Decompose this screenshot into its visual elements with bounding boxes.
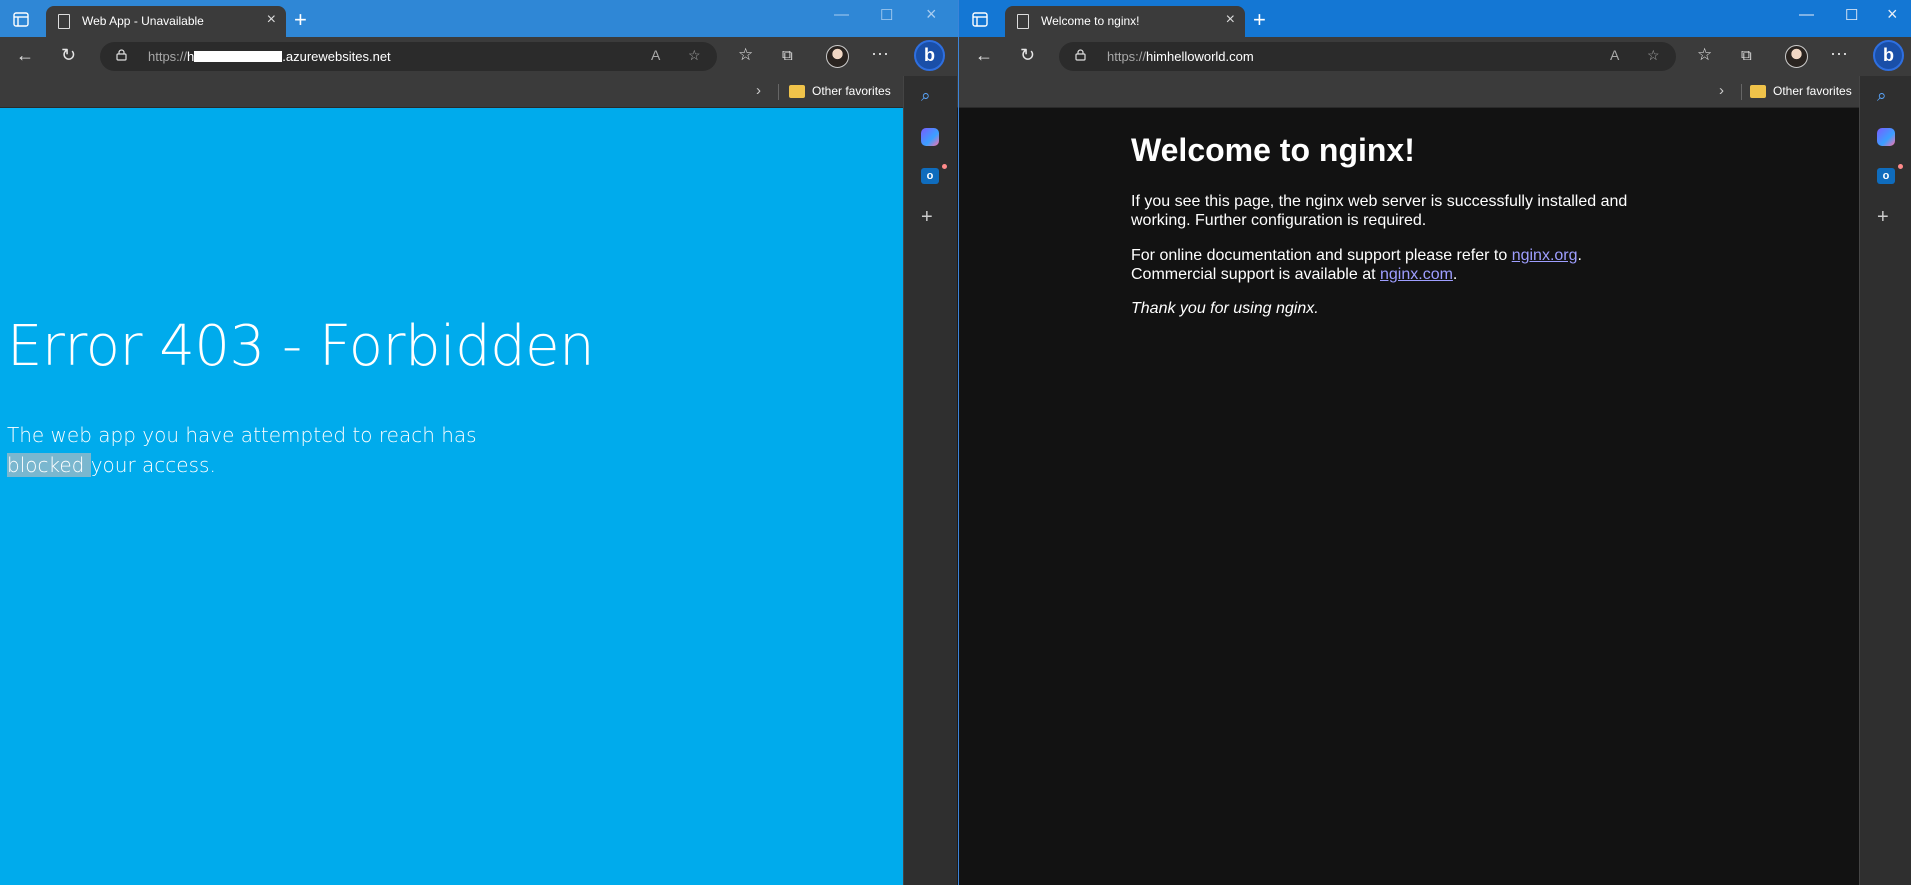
other-favorites-link[interactable]: Other favorites bbox=[812, 84, 891, 98]
collections-icon[interactable]: ⧉ bbox=[782, 47, 793, 64]
search-icon[interactable]: ⌕ bbox=[1877, 86, 1887, 106]
minimize-button[interactable]: — bbox=[1799, 6, 1814, 23]
copilot-icon[interactable] bbox=[1877, 128, 1895, 146]
tab-title: Web App - Unavailable bbox=[82, 14, 204, 28]
favorites-icon[interactable]: ☆ bbox=[738, 45, 753, 65]
close-window-button[interactable]: × bbox=[926, 4, 937, 25]
read-aloud-icon[interactable]: A bbox=[651, 47, 660, 63]
other-favorites-link[interactable]: Other favorites bbox=[1773, 84, 1852, 98]
tab-actions-icon[interactable] bbox=[12, 11, 32, 29]
thanks-paragraph: Thank you for using nginx. bbox=[1131, 300, 1319, 317]
address-bar[interactable]: https://h .azurewebsites.net A ☆ bbox=[100, 42, 717, 71]
bing-copilot-icon[interactable]: b bbox=[914, 40, 945, 71]
profile-avatar[interactable] bbox=[1785, 45, 1808, 68]
read-aloud-icon[interactable]: A bbox=[1610, 47, 1619, 63]
toolbar: ← ↻ https://h .azurewebsites.net A ☆ ☆ ⧉ … bbox=[0, 37, 958, 76]
new-tab-button[interactable]: + bbox=[294, 7, 307, 33]
title-bar: Web App - Unavailable × + — ☐ × bbox=[0, 0, 958, 37]
nginx-com-link[interactable]: nginx.com bbox=[1380, 266, 1453, 283]
page-content: Error 403 - Forbidden The web app you ha… bbox=[0, 108, 903, 885]
docs-paragraph: For online documentation and support ple… bbox=[1131, 247, 1582, 283]
add-sidebar-app-icon[interactable]: + bbox=[921, 206, 933, 229]
favorites-bar: › Other favorites bbox=[0, 76, 958, 108]
profile-avatar[interactable] bbox=[826, 45, 849, 68]
bing-copilot-icon[interactable]: b bbox=[1873, 40, 1904, 71]
divider bbox=[1741, 84, 1742, 100]
more-menu-icon[interactable]: ··· bbox=[871, 43, 889, 64]
lock-icon[interactable] bbox=[1075, 49, 1086, 61]
reload-button[interactable]: ↻ bbox=[61, 45, 76, 66]
browser-window-left: Web App - Unavailable × + — ☐ × ← ↻ http… bbox=[0, 0, 958, 885]
copilot-icon[interactable] bbox=[921, 128, 939, 146]
redacted-region bbox=[194, 51, 283, 62]
address-bar[interactable]: https://himhelloworld.com A ☆ bbox=[1059, 42, 1676, 71]
minimize-button[interactable]: — bbox=[834, 6, 849, 23]
add-sidebar-app-icon[interactable]: + bbox=[1877, 206, 1889, 229]
notification-dot bbox=[942, 164, 947, 169]
new-tab-button[interactable]: + bbox=[1253, 7, 1266, 33]
lock-icon[interactable] bbox=[116, 49, 127, 61]
url-text[interactable]: https://himhelloworld.com bbox=[1107, 49, 1254, 64]
search-icon[interactable]: ⌕ bbox=[921, 86, 931, 106]
collections-icon[interactable]: ⧉ bbox=[1741, 47, 1752, 64]
title-bar: Welcome to nginx! × + — ☐ × bbox=[959, 0, 1911, 37]
selected-text: blocked bbox=[7, 453, 91, 477]
outlook-icon[interactable]: o bbox=[1877, 168, 1895, 184]
divider bbox=[778, 84, 779, 100]
toolbar: ← ↻ https://himhelloworld.com A ☆ ☆ ⧉ ··… bbox=[959, 37, 1911, 76]
favorites-icon[interactable]: ☆ bbox=[1697, 45, 1712, 65]
page-content: Welcome to nginx! If you see this page, … bbox=[959, 108, 1859, 885]
folder-icon bbox=[789, 85, 805, 98]
browser-window-right: Welcome to nginx! × + — ☐ × ← ↻ https://… bbox=[958, 0, 1911, 885]
page-heading: Welcome to nginx! bbox=[1131, 132, 1415, 168]
more-menu-icon[interactable]: ··· bbox=[1830, 43, 1848, 64]
tab-title: Welcome to nginx! bbox=[1041, 14, 1140, 28]
notification-dot bbox=[1898, 164, 1903, 169]
close-window-button[interactable]: × bbox=[1887, 4, 1898, 25]
folder-icon bbox=[1750, 85, 1766, 98]
add-favorite-icon[interactable]: ☆ bbox=[1647, 47, 1660, 64]
maximize-button[interactable]: ☐ bbox=[880, 6, 893, 24]
chevron-right-icon[interactable]: › bbox=[756, 82, 761, 99]
tab-actions-icon[interactable] bbox=[971, 11, 991, 29]
tab-close-icon[interactable]: × bbox=[267, 11, 276, 29]
maximize-button[interactable]: ☐ bbox=[1845, 6, 1858, 24]
url-text[interactable]: https://h .azurewebsites.net bbox=[148, 49, 391, 64]
chevron-right-icon[interactable]: › bbox=[1719, 82, 1724, 99]
back-button[interactable]: ← bbox=[975, 45, 993, 66]
edge-sidebar: ⌕ o + bbox=[1859, 76, 1911, 885]
outlook-icon[interactable]: o bbox=[921, 168, 939, 184]
tab-active[interactable]: Web App - Unavailable × bbox=[46, 6, 286, 37]
error-message: The web app you have attempted to reach … bbox=[7, 423, 477, 477]
reload-button[interactable]: ↻ bbox=[1020, 45, 1035, 66]
tab-active[interactable]: Welcome to nginx! × bbox=[1005, 6, 1245, 37]
nginx-org-link[interactable]: nginx.org bbox=[1512, 247, 1578, 264]
error-heading: Error 403 - Forbidden bbox=[7, 314, 595, 379]
page-icon bbox=[1017, 14, 1029, 29]
intro-paragraph: If you see this page, the nginx web serv… bbox=[1131, 193, 1628, 229]
favorites-bar: › Other favorites bbox=[959, 76, 1911, 108]
back-button[interactable]: ← bbox=[16, 45, 34, 66]
edge-sidebar: ⌕ o + bbox=[903, 76, 957, 885]
add-favorite-icon[interactable]: ☆ bbox=[688, 47, 701, 64]
page-icon bbox=[58, 14, 70, 29]
tab-close-icon[interactable]: × bbox=[1226, 11, 1235, 29]
